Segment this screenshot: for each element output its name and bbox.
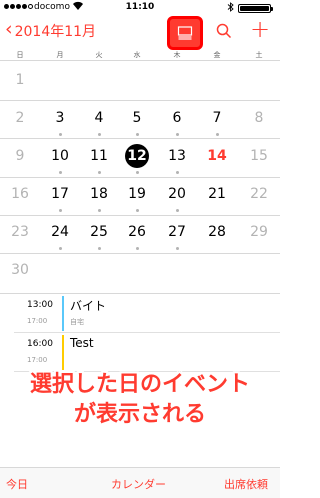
event-indicator-dot bbox=[135, 171, 139, 174]
calendar-day[interactable]: 7 bbox=[203, 109, 231, 127]
calendar-day[interactable]: 2 bbox=[6, 109, 34, 127]
calendar-day[interactable]: 8 bbox=[245, 109, 273, 127]
event-location: 自宅 bbox=[70, 318, 84, 326]
week-divider bbox=[0, 100, 280, 101]
event-indicator-dot bbox=[175, 133, 179, 136]
calendar-day[interactable]: 20 bbox=[163, 185, 191, 203]
event-indicator-dot bbox=[97, 171, 101, 174]
calendar-day[interactable]: 16 bbox=[6, 185, 34, 203]
battery-icon bbox=[238, 4, 273, 13]
calendar-day[interactable]: 23 bbox=[6, 223, 34, 241]
weekday-label: 金 bbox=[213, 51, 221, 59]
search-button[interactable] bbox=[216, 23, 232, 43]
bluetooth-icon bbox=[227, 2, 234, 15]
event-indicator-dot bbox=[97, 247, 101, 250]
calendar-day[interactable]: 28 bbox=[203, 223, 231, 241]
event-end-time: 17:00 bbox=[27, 356, 48, 364]
calendar-day[interactable]: 17 bbox=[46, 185, 74, 203]
weekday-label: 月 bbox=[56, 51, 64, 59]
weekday-label: 土 bbox=[255, 51, 263, 59]
calendar-day[interactable]: 10 bbox=[46, 147, 74, 165]
event-indicator-dot bbox=[97, 209, 101, 212]
calendar-day[interactable]: 4 bbox=[85, 109, 113, 127]
calendar-day[interactable]: 3 bbox=[46, 109, 74, 127]
status-bar: docomo 11:10 bbox=[0, 0, 280, 16]
event-indicator-dot bbox=[175, 247, 179, 250]
event-indicator-dot bbox=[175, 209, 179, 212]
annotation-line-2: が表示される bbox=[73, 402, 206, 427]
week-divider bbox=[0, 177, 280, 178]
calendar-day[interactable]: 30 bbox=[6, 261, 34, 279]
weekday-label: 日 bbox=[16, 51, 24, 59]
chevron-left-icon: ‹ bbox=[5, 18, 13, 40]
calendar-day[interactable]: 14 bbox=[203, 147, 231, 165]
annotation-line-1: 選択した日のイベント bbox=[29, 372, 250, 397]
event-row[interactable]: 16:00 17:00 Test bbox=[0, 332, 280, 372]
calendar-day[interactable]: 27 bbox=[163, 223, 191, 241]
calendar-day[interactable]: 6 bbox=[163, 109, 191, 127]
event-start-time: 16:00 bbox=[27, 339, 53, 349]
calendar-day[interactable]: 11 bbox=[85, 147, 113, 165]
calendar-day[interactable]: 21 bbox=[203, 185, 231, 203]
calendar-day[interactable]: 5 bbox=[123, 109, 151, 127]
search-icon bbox=[216, 23, 232, 39]
weekday-header: 日月火水木金土 bbox=[0, 49, 280, 61]
add-event-button[interactable]: + bbox=[250, 17, 270, 41]
event-indicator-dot bbox=[135, 209, 139, 212]
event-indicator-dot bbox=[215, 133, 219, 136]
calendar-day[interactable]: 29 bbox=[245, 223, 273, 241]
event-start-time: 13:00 bbox=[27, 300, 53, 310]
event-calendar-color bbox=[62, 296, 64, 331]
weekday-label: 木 bbox=[173, 51, 181, 59]
calendar-day[interactable]: 13 bbox=[163, 147, 191, 165]
inbox-button[interactable]: 出席依頼 bbox=[224, 476, 268, 492]
calendar-day[interactable]: 25 bbox=[85, 223, 113, 241]
event-row[interactable]: 13:00 17:00 バイト自宅 bbox=[0, 293, 280, 333]
week-divider bbox=[0, 138, 280, 139]
event-end-time: 17:00 bbox=[27, 317, 48, 325]
event-indicator-dot bbox=[58, 247, 62, 250]
event-calendar-color bbox=[62, 335, 64, 370]
event-title: バイト bbox=[70, 299, 107, 313]
calendar-day[interactable]: 24 bbox=[46, 223, 74, 241]
list-toggle-button[interactable] bbox=[167, 16, 203, 50]
calendar-day[interactable]: 9 bbox=[6, 147, 34, 165]
weekday-label: 火 bbox=[95, 51, 103, 59]
today-button[interactable]: 今日 bbox=[6, 476, 28, 492]
calendars-button[interactable]: カレンダー bbox=[111, 476, 166, 492]
list-toggle-icon bbox=[177, 26, 193, 40]
calendar-day[interactable]: 22 bbox=[245, 185, 273, 203]
event-indicator-dot bbox=[58, 133, 62, 136]
calendar-day[interactable]: 12 bbox=[125, 144, 149, 168]
weekday-label: 水 bbox=[133, 51, 141, 59]
calendar-day[interactable]: 15 bbox=[245, 147, 273, 165]
event-title: Test bbox=[70, 336, 94, 350]
calendar-day[interactable]: 19 bbox=[123, 185, 151, 203]
event-indicator-dot bbox=[58, 171, 62, 174]
calendar-day[interactable]: 1 bbox=[6, 71, 34, 89]
calendar-day[interactable]: 18 bbox=[85, 185, 113, 203]
calendar-day[interactable]: 26 bbox=[123, 223, 151, 241]
event-indicator-dot bbox=[175, 171, 179, 174]
back-to-month-button[interactable]: ‹ 2014年11月 bbox=[5, 18, 97, 41]
week-divider bbox=[0, 215, 280, 216]
event-indicator-dot bbox=[97, 133, 101, 136]
event-indicator-dot bbox=[135, 247, 139, 250]
event-indicator-dot bbox=[58, 209, 62, 212]
back-label: 2014年11月 bbox=[14, 24, 97, 40]
bottom-toolbar: 今日 カレンダー 出席依頼 bbox=[0, 467, 280, 498]
event-indicator-dot bbox=[135, 133, 139, 136]
nav-bar: ‹ 2014年11月 + bbox=[0, 16, 280, 50]
week-divider bbox=[0, 253, 280, 254]
